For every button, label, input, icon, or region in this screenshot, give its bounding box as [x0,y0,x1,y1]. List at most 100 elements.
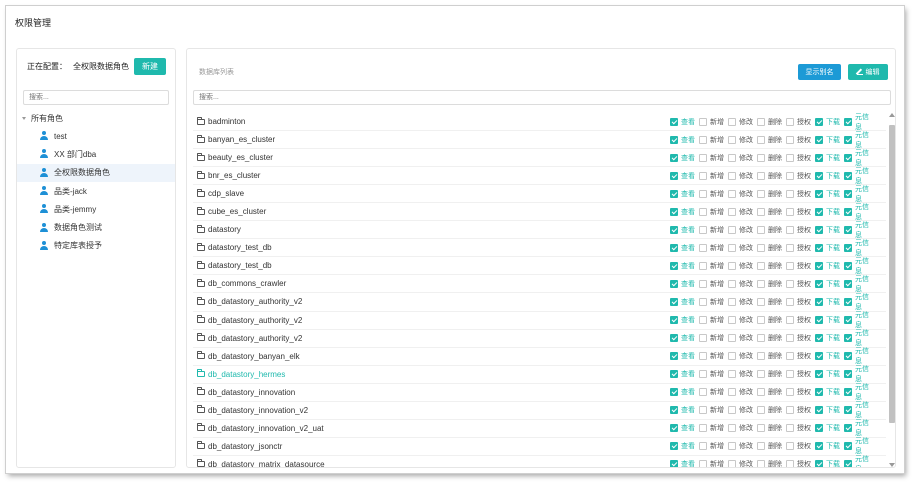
permission-option[interactable]: 下载 [815,279,844,289]
permission-checkbox[interactable] [670,261,678,270]
permission-checkbox[interactable] [728,153,736,162]
permission-option[interactable]: 查看 [670,369,699,379]
permission-checkbox[interactable] [728,406,736,415]
permission-option[interactable]: 查看 [670,405,699,415]
permission-checkbox[interactable] [786,352,794,361]
permission-checkbox[interactable] [699,243,707,252]
permission-checkbox[interactable] [728,316,736,325]
permission-option[interactable]: 修改 [728,441,757,451]
permission-option[interactable]: 下载 [815,171,844,181]
permission-checkbox[interactable] [815,297,823,306]
permission-checkbox[interactable] [757,279,765,288]
permission-option[interactable]: 修改 [728,225,757,235]
database-row[interactable]: db_datastory_authority_v2 查看 新增 修改 删除 授权 下载 元信息 [193,293,886,312]
permission-checkbox[interactable] [815,117,823,126]
permission-checkbox[interactable] [844,153,852,162]
permission-checkbox[interactable] [815,207,823,216]
permission-option[interactable]: 查看 [670,459,699,467]
permission-option[interactable]: 修改 [728,333,757,343]
permission-checkbox[interactable] [815,171,823,180]
permission-checkbox[interactable] [728,171,736,180]
permission-checkbox[interactable] [844,460,852,467]
permission-checkbox[interactable] [699,225,707,234]
permission-option[interactable]: 授权 [786,369,815,379]
permission-option[interactable]: 查看 [670,423,699,433]
permission-option[interactable]: 下载 [815,423,844,433]
permission-option[interactable]: 授权 [786,387,815,397]
database-row[interactable]: db_datastory_innovation_v2 查看 新增 修改 删除 授权 下载 元信… [193,402,886,420]
permission-option[interactable]: 新增 [699,207,728,217]
permission-option[interactable]: 删除 [757,387,786,397]
permission-checkbox[interactable] [844,243,852,252]
permission-option[interactable]: 新增 [699,171,728,181]
permission-checkbox[interactable] [786,388,794,397]
role-item[interactable]: test [17,127,175,145]
permission-checkbox[interactable] [757,316,765,325]
permission-checkbox[interactable] [728,388,736,397]
permission-checkbox[interactable] [815,225,823,234]
permission-option[interactable]: 删除 [757,171,786,181]
permission-option[interactable]: 授权 [786,117,815,127]
permission-option[interactable]: 新增 [699,297,728,307]
permission-checkbox[interactable] [757,225,765,234]
permission-option[interactable]: 查看 [670,441,699,451]
permission-option[interactable]: 新增 [699,387,728,397]
permission-option[interactable]: 删除 [757,333,786,343]
role-search-input[interactable] [23,90,169,105]
permission-option[interactable]: 删除 [757,351,786,361]
permission-option[interactable]: 元信息 [844,364,873,384]
permission-checkbox[interactable] [670,225,678,234]
permission-option[interactable]: 下载 [815,189,844,199]
permission-checkbox[interactable] [728,370,736,379]
database-row[interactable]: db_datastory_matrix_datasource 查看 新增 修改 删除 授权… [193,456,886,467]
permission-checkbox[interactable] [786,297,794,306]
permission-option[interactable]: 授权 [786,261,815,271]
permission-option[interactable]: 删除 [757,117,786,127]
permission-option[interactable]: 新增 [699,441,728,451]
permission-option[interactable]: 下载 [815,117,844,127]
database-row[interactable]: datastory_test_db 查看 新增 修改 删除 授权 下载 元信息 [193,257,886,276]
permission-option[interactable]: 元信息 [844,112,873,132]
permission-option[interactable]: 查看 [670,117,699,127]
permission-checkbox[interactable] [670,279,678,288]
permission-checkbox[interactable] [670,207,678,216]
database-row[interactable]: cdp_slave 查看 新增 修改 删除 授权 下载 元信息 [193,184,886,204]
permission-option[interactable]: 修改 [728,369,757,379]
permission-option[interactable]: 新增 [699,333,728,343]
permission-checkbox[interactable] [815,316,823,325]
permission-checkbox[interactable] [786,406,794,415]
permission-checkbox[interactable] [815,442,823,451]
permission-option[interactable]: 修改 [728,243,757,253]
permission-option[interactable]: 修改 [728,117,757,127]
permission-option[interactable]: 下载 [815,261,844,271]
permission-checkbox[interactable] [699,189,707,198]
permission-option[interactable]: 修改 [728,261,757,271]
permission-option[interactable]: 新增 [699,243,728,253]
permission-option[interactable]: 元信息 [844,238,873,258]
permission-checkbox[interactable] [786,460,794,467]
permission-checkbox[interactable] [728,207,736,216]
database-row[interactable]: bnr_es_cluster 查看 新增 修改 删除 授权 下载 元信息 [193,167,886,186]
permission-option[interactable]: 授权 [786,297,815,307]
permission-checkbox[interactable] [757,388,765,397]
permission-option[interactable]: 新增 [699,279,728,289]
database-row[interactable]: cube_es_cluster 查看 新增 修改 删除 授权 下载 元信息 [193,203,886,222]
permission-option[interactable]: 下载 [815,207,844,217]
permission-checkbox[interactable] [728,261,736,270]
permission-checkbox[interactable] [728,279,736,288]
permission-option[interactable]: 查看 [670,153,699,163]
permission-checkbox[interactable] [757,135,765,144]
permission-option[interactable]: 元信息 [844,184,873,204]
permission-option[interactable]: 删除 [757,297,786,307]
permission-checkbox[interactable] [699,261,707,270]
permission-option[interactable]: 授权 [786,225,815,235]
permission-checkbox[interactable] [728,334,736,343]
permission-option[interactable]: 元信息 [844,310,873,330]
permission-option[interactable]: 修改 [728,459,757,467]
permission-checkbox[interactable] [786,225,794,234]
permission-option[interactable]: 下载 [815,405,844,415]
database-row[interactable]: db_datastory_jsonctr 查看 新增 修改 删除 授权 下载 元信息 [193,438,886,456]
database-search-input[interactable] [193,90,891,105]
permission-checkbox[interactable] [670,388,678,397]
permission-option[interactable]: 下载 [815,153,844,163]
